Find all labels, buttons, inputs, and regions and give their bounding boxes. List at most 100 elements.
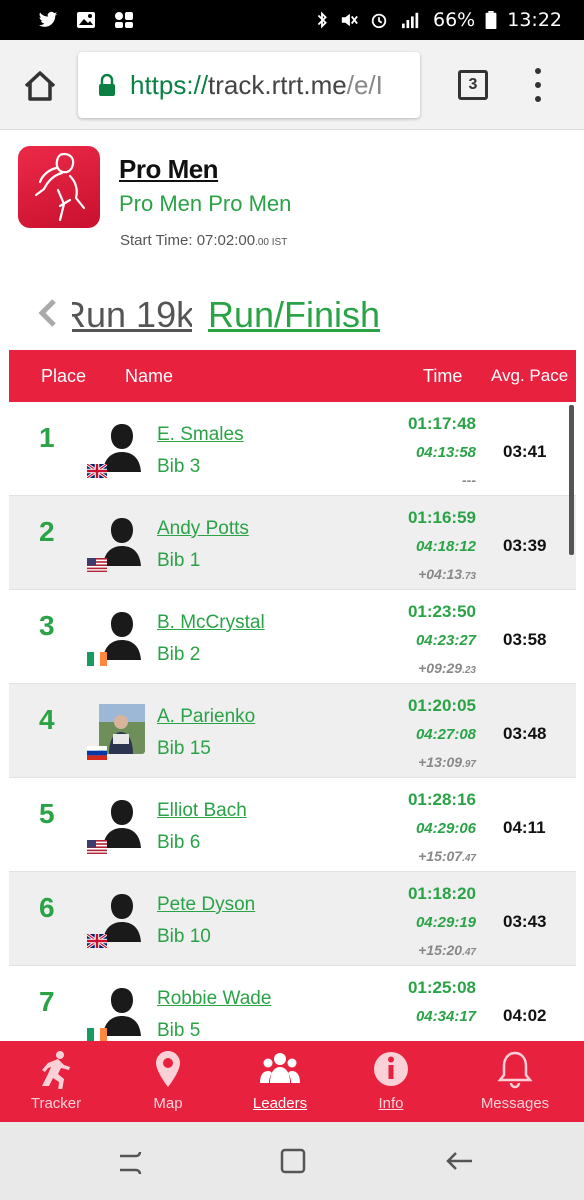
place-number: 5	[39, 798, 55, 829]
status-bar: 66% 13:22	[0, 0, 584, 40]
athlete-name-link[interactable]: E. Smales	[157, 424, 244, 446]
recent-apps-icon[interactable]	[114, 1144, 148, 1178]
total-time: 04:23:27	[415, 632, 476, 649]
athlete-name-link[interactable]: Robbie Wade	[157, 988, 271, 1010]
time-gap-value: +04:13	[418, 566, 463, 582]
split-time: 01:28:16	[407, 790, 476, 809]
split-previous-link[interactable]: Run 19k	[72, 294, 192, 336]
image-icon	[77, 12, 95, 28]
tab-switcher-button[interactable]: 3	[458, 70, 488, 100]
place-number: 4	[39, 704, 55, 735]
nav-label: Tracker	[30, 1095, 82, 1112]
nav-map[interactable]: Map	[118, 1041, 218, 1122]
runner-logo-icon	[34, 152, 86, 222]
avg-pace: 03:39	[503, 536, 547, 555]
place-number: 1	[39, 422, 55, 453]
total-time: 04:29:19	[415, 914, 476, 931]
bottom-nav: Tracker Map Leaders Info Messages	[0, 1041, 584, 1122]
url-host: track.rtrt.me	[208, 69, 347, 100]
time-gap-ms: .97	[462, 759, 476, 770]
battery-icon	[485, 11, 497, 29]
signal-icon	[402, 12, 419, 29]
athlete-name-link[interactable]: Pete Dyson	[157, 894, 255, 916]
flag-ie-icon	[87, 652, 107, 666]
total-time: 04:29:06	[415, 820, 476, 837]
mute-icon	[341, 13, 358, 27]
flag-ie-icon	[87, 1028, 107, 1042]
url-path: /e/I	[346, 69, 383, 100]
header-pace: Avg. Pace	[491, 366, 569, 385]
athlete-name-link[interactable]: A. Parienko	[157, 706, 255, 728]
time-gap-ms: .23	[462, 665, 476, 676]
split-time: 01:17:48	[407, 414, 476, 433]
nav-label: Map	[153, 1095, 183, 1112]
table-row[interactable]: 2 Andy Potts Bib 1 01:16:59 04:18:12 +04:13.7…	[9, 496, 576, 590]
table-row[interactable]: 5 Elliot Bach Bib 6 01:28:16 04:29:06 +15:07.…	[9, 778, 576, 872]
url-scheme: https://	[130, 69, 209, 100]
total-time: 04:18:12	[415, 538, 476, 555]
split-previous-label: Run 19k	[72, 294, 192, 335]
time-gap-value: +15:07	[418, 848, 463, 864]
athlete-name-link[interactable]: Elliot Bach	[157, 800, 247, 822]
info-icon	[374, 1052, 408, 1086]
url-bar[interactable]: https://track.rtrt.me/e/I	[78, 52, 420, 118]
alarm-icon	[371, 13, 387, 29]
flag-us-icon	[87, 558, 107, 572]
avg-pace: 03:48	[503, 724, 547, 743]
home-icon[interactable]	[20, 66, 60, 106]
nav-messages[interactable]: Messages	[465, 1041, 565, 1122]
table-row[interactable]: 7 Robbie Wade Bib 5 01:25:08 04:34:17 04:02	[9, 966, 576, 1042]
nav-info[interactable]: Info	[341, 1041, 441, 1122]
flag-us-icon	[87, 840, 107, 854]
chevron-left-icon[interactable]	[36, 298, 60, 328]
athlete-bib: Bib 2	[157, 644, 201, 665]
time-gap-ms: .47	[462, 947, 476, 958]
athlete-name-link[interactable]: B. McCrystal	[157, 612, 265, 634]
total-time: 04:13:58	[415, 444, 476, 461]
scrollbar[interactable]	[569, 405, 574, 555]
time-gap: +13:09.97	[418, 754, 476, 770]
total-time: 04:27:08	[415, 726, 476, 743]
back-icon[interactable]	[442, 1144, 476, 1178]
time-gap-value: ---	[462, 472, 476, 488]
table-row[interactable]: 1 E. Smales Bib 3 01:17:48 04:13:58 --- 03:41	[9, 402, 576, 496]
athlete-bib: Bib 3	[157, 456, 201, 477]
home-button-icon[interactable]	[276, 1144, 310, 1178]
split-time: 01:16:59	[407, 508, 476, 527]
start-time-tz: IST	[268, 237, 288, 248]
group-icon	[260, 1053, 300, 1083]
time-gap: +04:13.73	[418, 566, 476, 582]
split-current-link[interactable]: Run/Finish	[208, 294, 380, 336]
leaderboard-list: 1 E. Smales Bib 3 01:17:48 04:13:58 --- 03:41 2…	[9, 402, 576, 1042]
time-gap: ---	[462, 472, 476, 488]
time-gap-value: +15:20	[418, 942, 463, 958]
header-place: Place	[41, 366, 87, 386]
split-time: 01:23:50	[407, 602, 476, 621]
nav-label: Info	[378, 1095, 404, 1112]
leaderboard-header: Place Name Time Avg. Pace	[9, 350, 576, 402]
place-number: 7	[39, 986, 55, 1017]
split-time: 01:18:20	[407, 884, 476, 903]
bluetooth-icon	[317, 11, 327, 29]
start-time-label: Start Time:	[120, 232, 197, 249]
nav-tracker[interactable]: Tracker	[6, 1041, 106, 1122]
avg-pace: 04:11	[503, 818, 546, 837]
nav-label: Messages	[480, 1095, 550, 1112]
time-gap-value: +13:09	[418, 754, 463, 770]
place-number: 3	[39, 610, 55, 641]
table-row[interactable]: 4 A. Parienko Bib 15 01:20:05 04:27:08 +13:09…	[9, 684, 576, 778]
place-number: 2	[39, 516, 55, 547]
start-time: Start Time: 07:02:00.00 IST	[120, 232, 287, 249]
time-gap: +15:20.47	[418, 942, 476, 958]
table-row[interactable]: 6 Pete Dyson Bib 10 01:18:20 04:29:19 +15:20.…	[9, 872, 576, 966]
table-row[interactable]: 3 B. McCrystal Bib 2 01:23:50 04:23:27 +09:29…	[9, 590, 576, 684]
athlete-name-link[interactable]: Andy Potts	[157, 518, 249, 540]
nav-leaders[interactable]: Leaders	[230, 1041, 330, 1122]
athlete-bib: Bib 15	[157, 738, 211, 759]
avg-pace: 03:58	[503, 630, 547, 649]
battery-percent: 66%	[433, 9, 476, 31]
event-title[interactable]: Pro Men	[119, 154, 219, 185]
overflow-menu-icon[interactable]	[530, 68, 546, 102]
header-name: Name	[125, 366, 174, 386]
app-icon	[115, 12, 133, 28]
